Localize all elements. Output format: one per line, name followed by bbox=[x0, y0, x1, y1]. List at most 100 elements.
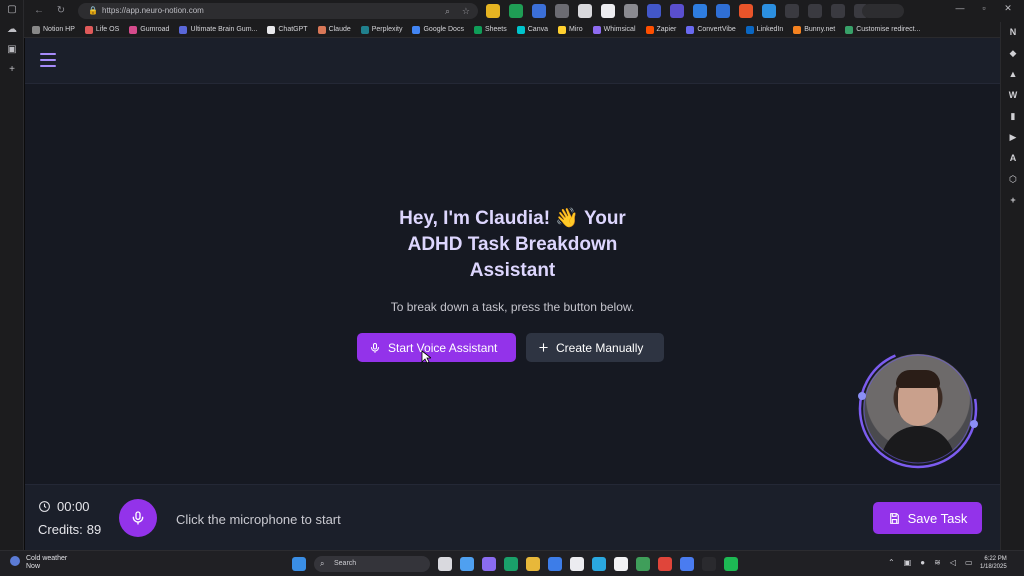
start-icon[interactable] bbox=[292, 557, 306, 571]
browser-titlebar: ← ↻ 🔒 https://app.neuro-notion.com ⌕ ☆ —… bbox=[24, 0, 1024, 22]
notion-icon[interactable] bbox=[614, 557, 628, 571]
spotify-icon[interactable] bbox=[724, 557, 738, 571]
app-icon[interactable] bbox=[482, 557, 496, 571]
extension-icon[interactable] bbox=[509, 4, 523, 18]
app-icon[interactable] bbox=[548, 557, 562, 571]
extension-icon[interactable] bbox=[532, 4, 546, 18]
address-bar[interactable]: 🔒 https://app.neuro-notion.com ⌕ ☆ bbox=[78, 3, 478, 19]
chrome-icon[interactable] bbox=[658, 557, 672, 571]
wifi-icon[interactable]: ≋ bbox=[934, 558, 941, 567]
side-panel-app-icon[interactable]: W bbox=[1001, 85, 1024, 106]
timer-value: 00:00 bbox=[57, 499, 90, 514]
bookmark-item[interactable]: Perplexity bbox=[360, 25, 402, 34]
credits-value: 89 bbox=[86, 522, 102, 537]
extension-icon[interactable] bbox=[785, 4, 799, 18]
app-window: Hey, I'm Claudia! 👋 Your ADHD Task Break… bbox=[25, 38, 1000, 550]
microphone-tray-icon[interactable]: ● bbox=[920, 558, 925, 567]
create-manually-button[interactable]: Create Manually bbox=[526, 333, 664, 362]
bookmark-star-icon[interactable]: ☆ bbox=[462, 3, 470, 19]
battery-icon[interactable]: ▭ bbox=[965, 558, 973, 567]
volume-icon[interactable]: ◁ bbox=[950, 558, 956, 567]
bookmark-item[interactable]: LinkedIn bbox=[745, 25, 783, 34]
bookmark-item[interactable]: Sheets bbox=[473, 25, 507, 34]
avatar-ring bbox=[858, 349, 978, 469]
extension-icon[interactable] bbox=[808, 4, 822, 18]
microphone-button[interactable] bbox=[119, 499, 157, 537]
extension-icon[interactable] bbox=[670, 4, 684, 18]
app-icon[interactable] bbox=[636, 557, 650, 571]
bookmark-label: Gumroad bbox=[140, 26, 170, 33]
tray-app-icon[interactable]: ▣ bbox=[904, 558, 912, 567]
bookmark-item[interactable]: Notion HP bbox=[32, 25, 75, 34]
credits: Credits: 89 bbox=[38, 522, 101, 537]
bookmark-item[interactable]: Claude bbox=[317, 25, 351, 34]
extension-icon[interactable] bbox=[486, 4, 500, 18]
clock-icon bbox=[39, 501, 50, 512]
bookmark-label: Zapier bbox=[656, 26, 677, 33]
taskbar-search[interactable]: ⌕ Search bbox=[314, 556, 430, 572]
bookmark-item[interactable]: Gumroad bbox=[129, 25, 170, 34]
edge-icon[interactable] bbox=[504, 557, 518, 571]
hero: Hey, I'm Claudia! 👋 Your ADHD Task Break… bbox=[25, 206, 1000, 314]
bookmark-item[interactable]: Ultimate Brain Gum... bbox=[179, 25, 257, 34]
extension-icon[interactable] bbox=[762, 4, 776, 18]
app-icon[interactable] bbox=[592, 557, 606, 571]
side-panel-app-icon[interactable]: ▮ bbox=[1001, 106, 1024, 127]
bookmark-icon bbox=[32, 25, 40, 34]
maximize-icon[interactable]: ▫ bbox=[976, 3, 992, 13]
side-panel-app-icon[interactable]: ⬡ bbox=[1001, 169, 1024, 190]
side-panel-app-icon[interactable]: + bbox=[1001, 190, 1024, 211]
microphone-icon bbox=[132, 511, 144, 525]
bookmark-item[interactable]: ConvertVibe bbox=[686, 25, 736, 34]
start-voice-assistant-button[interactable]: Start Voice Assistant bbox=[357, 333, 516, 362]
menu-icon[interactable] bbox=[40, 53, 56, 67]
bookmark-item[interactable]: Miro bbox=[557, 25, 583, 34]
back-icon[interactable]: ← bbox=[32, 3, 46, 19]
side-panel-app-icon[interactable]: ▲ bbox=[1001, 64, 1024, 85]
mouse-cursor-icon bbox=[421, 350, 431, 364]
side-panel-app-icon[interactable]: ◆ bbox=[1001, 43, 1024, 64]
extension-icon[interactable] bbox=[555, 4, 569, 18]
side-panel-app-icon[interactable]: ▶ bbox=[1001, 127, 1024, 148]
arc-icon[interactable] bbox=[680, 557, 694, 571]
bookmark-item[interactable]: Whimsical bbox=[592, 25, 636, 34]
tabs-icon[interactable]: ▣ bbox=[0, 40, 24, 60]
bookmark-item[interactable]: Bunny.net bbox=[793, 25, 835, 34]
minimize-icon[interactable]: — bbox=[952, 3, 968, 13]
extension-icon[interactable] bbox=[693, 4, 707, 18]
bookmark-icon bbox=[129, 25, 138, 34]
save-task-button[interactable]: Save Task bbox=[873, 502, 982, 534]
bookmark-item[interactable]: Canva bbox=[516, 25, 548, 34]
extension-icon[interactable] bbox=[624, 4, 638, 18]
bookmark-item[interactable]: ChatGPT bbox=[267, 25, 308, 34]
close-icon[interactable]: ✕ bbox=[1000, 3, 1016, 14]
extension-icon[interactable] bbox=[739, 4, 753, 18]
bookmark-item[interactable]: Life OS bbox=[84, 25, 119, 34]
sidebar-toggle-icon[interactable]: ▢ bbox=[0, 0, 24, 20]
chatgpt-icon[interactable] bbox=[570, 557, 584, 571]
weather-widget[interactable]: Cold weather Now bbox=[10, 555, 67, 571]
task-view-icon[interactable] bbox=[438, 557, 452, 571]
new-tab-icon[interactable]: + bbox=[0, 60, 24, 80]
extension-icon[interactable] bbox=[601, 4, 615, 18]
chevron-up-icon[interactable]: ⌃ bbox=[888, 558, 895, 567]
bookmark-item[interactable]: Customise redirect... bbox=[845, 25, 920, 34]
file-explorer-icon[interactable] bbox=[526, 557, 540, 571]
bookmark-label: Sheets bbox=[484, 26, 507, 33]
extension-icon[interactable] bbox=[578, 4, 592, 18]
refresh-icon[interactable]: ↻ bbox=[54, 3, 68, 19]
extension-icon[interactable] bbox=[831, 4, 845, 18]
zoom-icon[interactable]: ⌕ bbox=[445, 3, 450, 19]
bookmark-item[interactable]: Zapier bbox=[645, 25, 677, 34]
copilot-icon[interactable] bbox=[460, 557, 474, 571]
extension-icon[interactable] bbox=[716, 4, 730, 18]
extension-icon[interactable] bbox=[647, 4, 661, 18]
workspace-icon[interactable]: ☁ bbox=[0, 20, 24, 40]
taskbar-clock[interactable]: 6:22 PM 1/18/2025 bbox=[980, 555, 1007, 571]
app-icon[interactable] bbox=[702, 557, 716, 571]
profile-button[interactable] bbox=[862, 4, 904, 18]
bookmark-item[interactable]: Google Docs bbox=[412, 25, 464, 34]
browser-right-rail: N ◆ ▲ W ▮ ▶ A ⬡ + bbox=[1000, 22, 1024, 550]
side-panel-app-icon[interactable]: N bbox=[1001, 22, 1024, 43]
side-panel-app-icon[interactable]: A bbox=[1001, 148, 1024, 169]
